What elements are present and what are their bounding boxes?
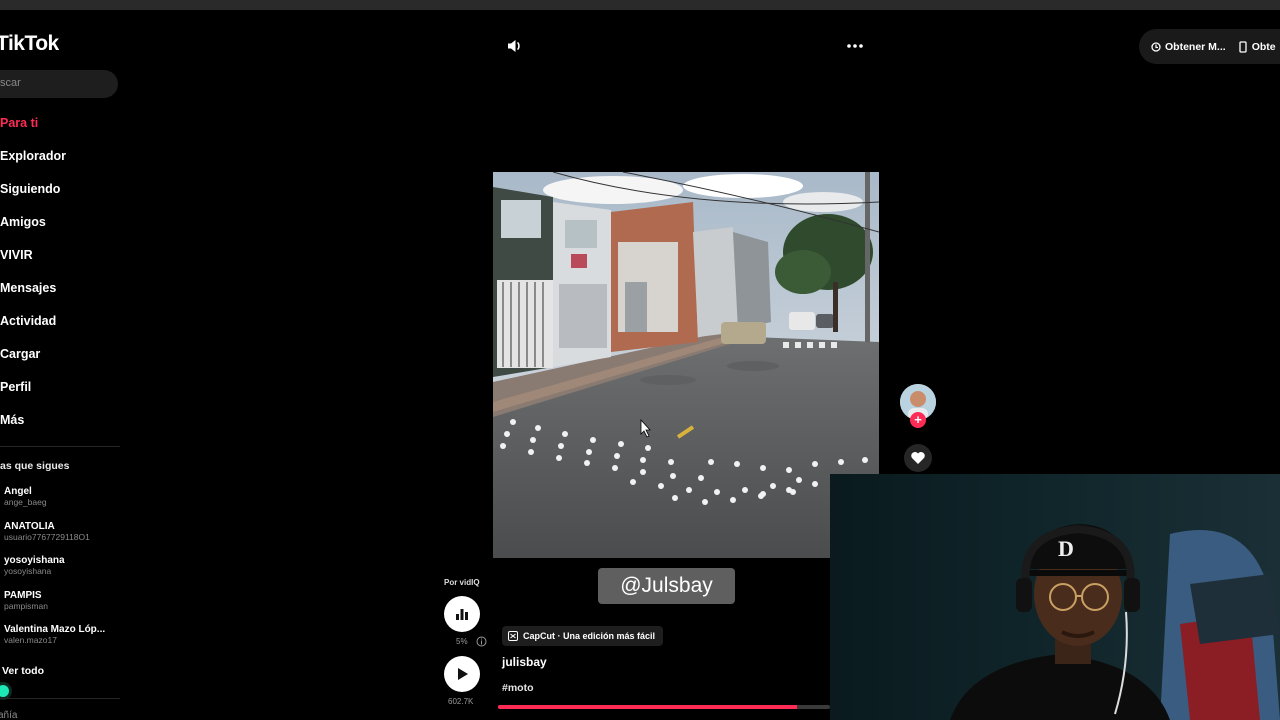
svg-text:D: D bbox=[1058, 536, 1074, 561]
play-icon bbox=[458, 668, 468, 680]
nav-item-vivir[interactable]: VIVIR bbox=[0, 246, 130, 279]
get-app-label: Obtener M... bbox=[1165, 40, 1226, 53]
account-name: ANATOLIA bbox=[4, 520, 55, 532]
progress-fill bbox=[498, 705, 797, 709]
volume-icon[interactable] bbox=[506, 37, 524, 55]
app-icon bbox=[1151, 41, 1161, 52]
video-progress-bar[interactable] bbox=[498, 705, 830, 709]
top-actions-pill: Obtener M... Obte bbox=[1139, 29, 1280, 64]
account-handle: pampisman bbox=[4, 600, 48, 611]
streamer-image: D bbox=[830, 474, 1280, 720]
get-app-button[interactable]: Obtener M... bbox=[1151, 41, 1226, 53]
account-handle: ange_baeg bbox=[4, 497, 47, 507]
percent-label: 5% bbox=[456, 637, 468, 646]
capcut-label: CapCut · Una edición más fácil bbox=[523, 631, 656, 641]
get-desktop-label: Obte bbox=[1251, 40, 1276, 53]
info-icon[interactable] bbox=[476, 636, 487, 647]
account-handle: valen.mazo17 bbox=[4, 635, 57, 645]
like-button[interactable] bbox=[904, 444, 932, 472]
capcut-icon bbox=[508, 631, 518, 641]
stats-button[interactable] bbox=[444, 596, 480, 632]
following-account[interactable]: Ángel ange_baeg bbox=[4, 486, 130, 521]
capcut-anchor[interactable]: CapCut · Una edición más fácil bbox=[502, 626, 664, 646]
account-name: yosoyishana bbox=[4, 555, 65, 566]
nav-item-amigos[interactable]: Amigos bbox=[0, 213, 130, 246]
street-scene-image bbox=[493, 172, 879, 558]
device-icon bbox=[1239, 40, 1247, 53]
webcam-overlay: D bbox=[830, 474, 1280, 720]
nav-item-mas[interactable]: Más bbox=[0, 411, 130, 444]
tiktok-logo[interactable]: TikTok bbox=[0, 32, 59, 56]
sidebar-divider bbox=[0, 446, 120, 447]
video-watermark: @Julsbay bbox=[598, 568, 735, 604]
browser-top-strip bbox=[0, 0, 1280, 10]
following-account[interactable]: PAMPIS pampisman bbox=[4, 590, 130, 625]
search-input[interactable]: scar bbox=[0, 70, 118, 98]
account-handle: usuario7767729118O1 bbox=[4, 531, 90, 542]
nav-item-cargar[interactable]: Cargar bbox=[0, 345, 130, 378]
play-button[interactable] bbox=[444, 656, 480, 692]
sidebar-footer-label: añía bbox=[0, 710, 18, 720]
video-player[interactable] bbox=[493, 172, 879, 558]
bar-chart-icon bbox=[456, 609, 468, 620]
account-name: PAMPIS bbox=[4, 589, 42, 601]
following-account[interactable]: Valentina Mazo Lóp... valen.mazo17 bbox=[4, 624, 130, 659]
nav-item-siguiendo[interactable]: Siguiendo bbox=[0, 180, 130, 213]
nav-item-para-ti[interactable]: Para ti bbox=[0, 114, 130, 147]
see-all-link[interactable]: Ver todo bbox=[2, 665, 44, 677]
sidebar-divider bbox=[0, 698, 120, 699]
heart-icon bbox=[911, 452, 925, 464]
nav-item-explorador[interactable]: Explorador bbox=[0, 147, 130, 180]
video-author[interactable]: julisbay bbox=[502, 655, 547, 669]
video-hashtag[interactable]: #moto bbox=[502, 682, 534, 694]
account-name: Ángel bbox=[4, 486, 32, 497]
following-section-title: as que sigues bbox=[0, 460, 70, 472]
account-name: Valentina Mazo Lóp... bbox=[4, 624, 106, 635]
more-dots-icon[interactable] bbox=[845, 37, 865, 55]
following-account[interactable]: ANATOLIA usuario7767729118O1 bbox=[4, 521, 130, 556]
nav-item-actividad[interactable]: Actividad bbox=[0, 312, 130, 345]
get-desktop-button[interactable]: Obte bbox=[1238, 41, 1276, 53]
following-accounts-list: Ángel ange_baeg ANATOLIA usuario77677291… bbox=[4, 486, 130, 659]
sidebar-nav: Para ti Explorador Siguiendo Amigos VIVI… bbox=[0, 114, 130, 444]
nav-item-perfil[interactable]: Perfil bbox=[0, 378, 130, 411]
views-count: 602.7K bbox=[448, 697, 474, 706]
nav-item-mensajes[interactable]: Mensajes bbox=[0, 279, 130, 312]
following-account[interactable]: yosoyishana yosoyishana bbox=[4, 555, 130, 590]
extension-label: Por vidIQ bbox=[444, 578, 480, 587]
account-handle: yosoyishana bbox=[4, 566, 52, 576]
follow-plus-icon[interactable]: + bbox=[910, 412, 926, 428]
